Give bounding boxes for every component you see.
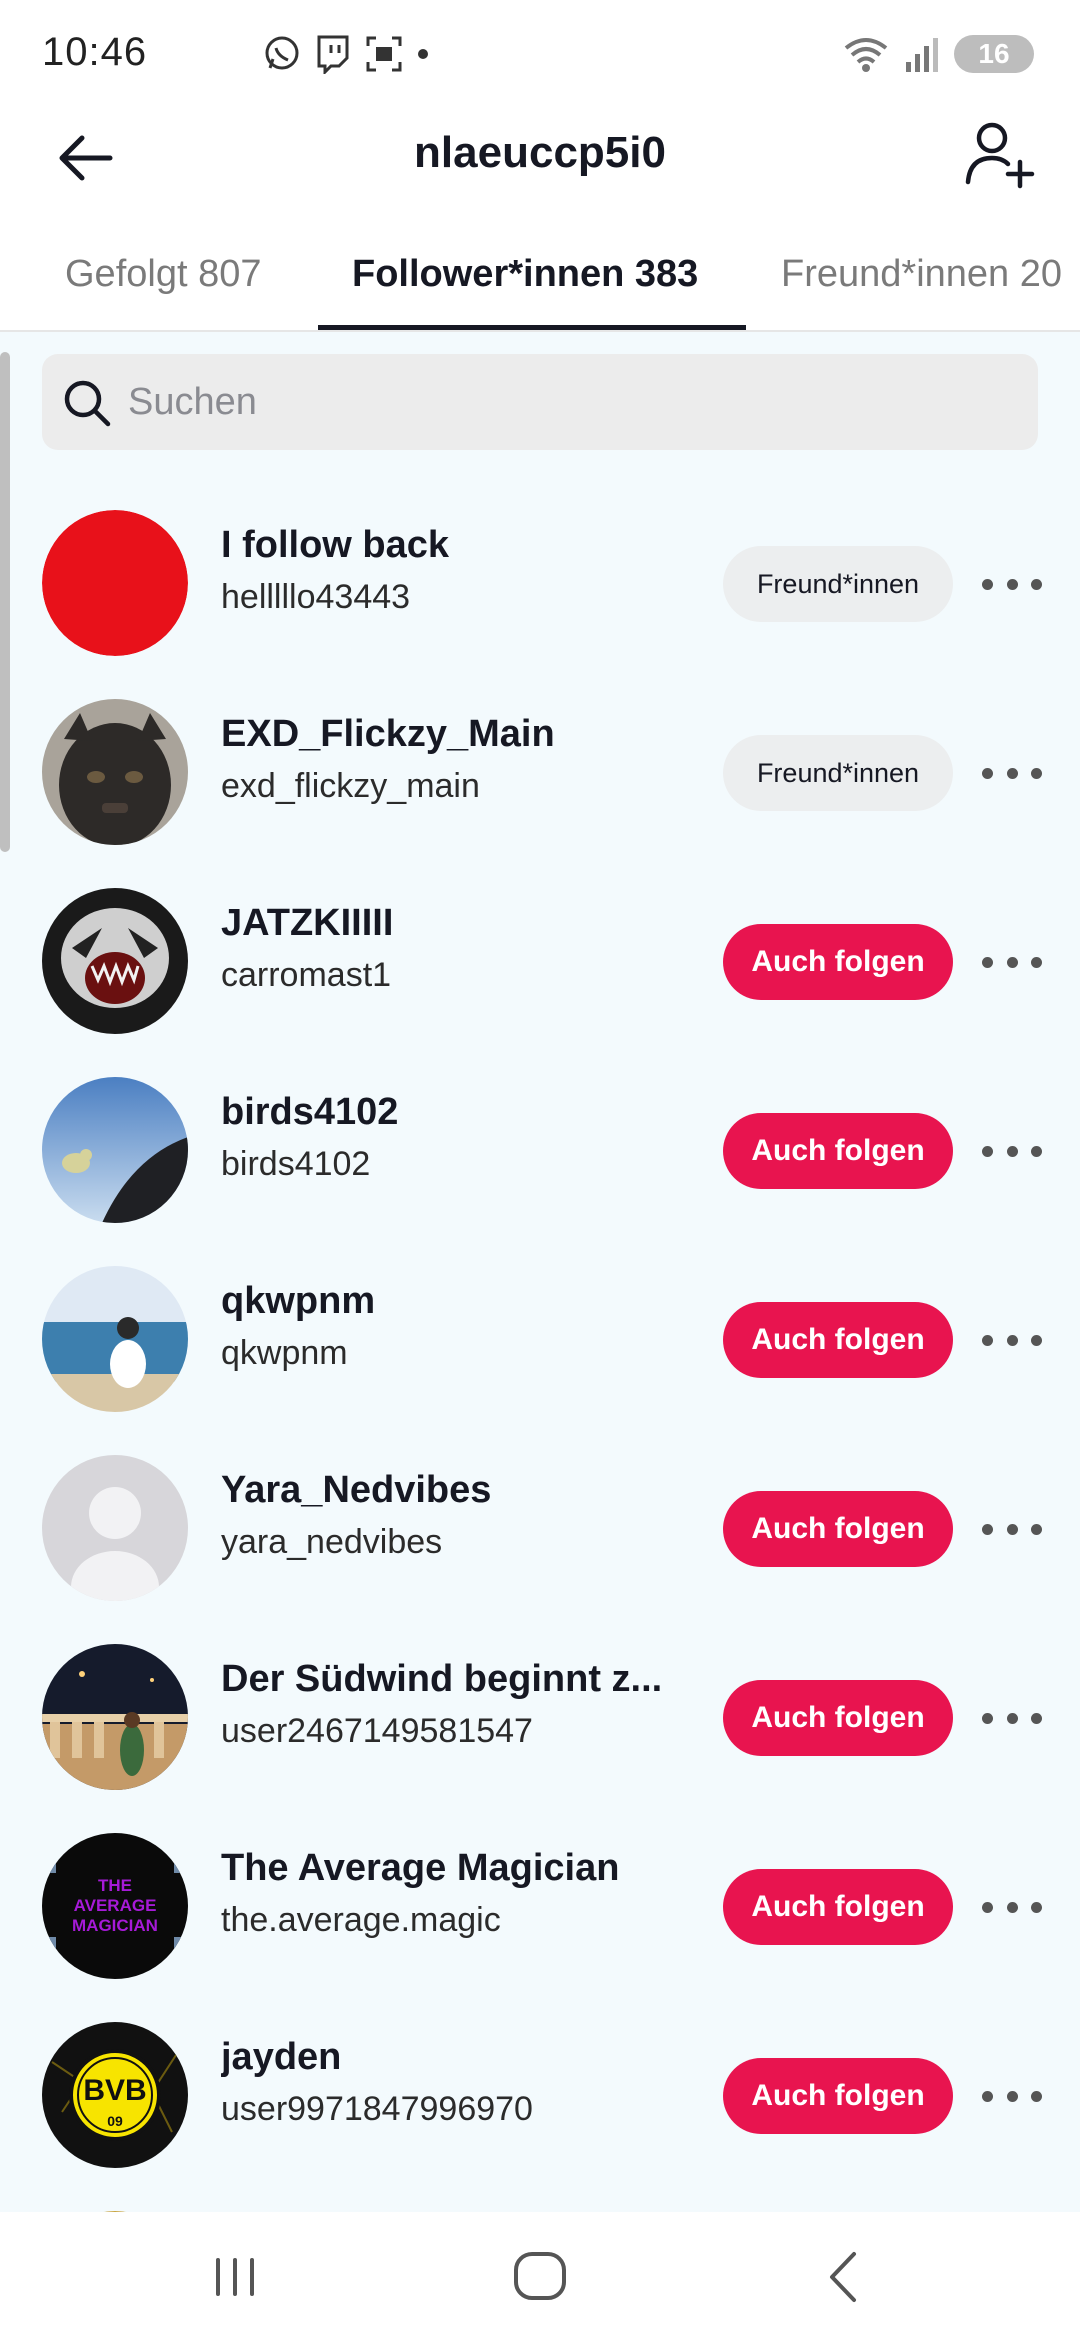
followers-screen: 10:46 16 nlaeuccp5i0 Gefolgt 807 Followe… bbox=[0, 0, 1080, 2340]
follow-back-button[interactable]: Auch folgen bbox=[723, 1869, 953, 1945]
home-icon[interactable] bbox=[510, 2250, 570, 2302]
follow-back-button[interactable]: Auch folgen bbox=[723, 1491, 953, 1567]
svg-text:MAGICIAN: MAGICIAN bbox=[72, 1916, 158, 1935]
twitch-icon bbox=[317, 35, 349, 74]
screenshot-icon bbox=[366, 36, 402, 72]
search-icon bbox=[64, 380, 111, 427]
user-row[interactable]: EXD_Flickzy_Main exd_flickzy_main Freund… bbox=[0, 661, 1080, 850]
page-title: nlaeuccp5i0 bbox=[414, 128, 666, 177]
signal-icon bbox=[906, 38, 938, 72]
status-bar: 10:46 16 bbox=[0, 0, 1080, 110]
friends-button[interactable]: Freund*innen bbox=[723, 546, 953, 622]
user-row[interactable]: Der Südwind beginnt z... user24671495815… bbox=[0, 1606, 1080, 1795]
display-name[interactable]: JATZKIIIII bbox=[221, 902, 681, 945]
more-options-icon[interactable] bbox=[982, 1320, 1042, 1360]
tab-bar: Gefolgt 807 Follower*innen 383 Freund*in… bbox=[0, 235, 1080, 332]
active-tab-indicator bbox=[318, 325, 746, 330]
tab-following[interactable]: Gefolgt 807 bbox=[65, 253, 261, 296]
follow-back-button[interactable]: Auch folgen bbox=[723, 1302, 953, 1378]
avatar[interactable]: BVB 09 bbox=[42, 2022, 188, 2168]
user-row[interactable]: JATZKIIIII carromast1 Auch folgen bbox=[0, 850, 1080, 1039]
username: exd_flickzy_main bbox=[221, 767, 480, 805]
search-bar[interactable] bbox=[42, 354, 1038, 450]
display-name[interactable]: jayden bbox=[221, 2036, 681, 2079]
followers-list[interactable]: I follow back helllllo43443 Freund*innen… bbox=[0, 332, 1080, 2212]
display-name[interactable]: qkwpnm bbox=[221, 1280, 681, 1323]
follow-back-button[interactable]: Auch folgen bbox=[723, 1113, 953, 1189]
user-row[interactable]: qkwpnm qkwpnm Auch folgen bbox=[0, 1228, 1080, 1417]
system-icons: 16 bbox=[842, 34, 1034, 74]
whatsapp-icon bbox=[265, 36, 299, 70]
avatar[interactable] bbox=[42, 1266, 188, 1412]
more-options-icon[interactable] bbox=[982, 753, 1042, 793]
add-user-icon[interactable] bbox=[962, 116, 1038, 192]
user-row[interactable]: birds4102 birds4102 Auch folgen bbox=[0, 1039, 1080, 1228]
avatar[interactable] bbox=[42, 510, 188, 656]
svg-text:09: 09 bbox=[107, 2113, 123, 2129]
back-icon[interactable] bbox=[822, 2250, 862, 2304]
username: helllllo43443 bbox=[221, 578, 411, 616]
avatar[interactable]: THE AVERAGE MAGICIAN bbox=[42, 1833, 188, 1979]
display-name[interactable]: EXD_Flickzy_Main bbox=[221, 713, 681, 756]
friends-button[interactable]: Freund*innen bbox=[723, 735, 953, 811]
follow-back-button[interactable]: Auch folgen bbox=[723, 1680, 953, 1756]
status-time: 10:46 bbox=[42, 30, 148, 74]
avatar[interactable] bbox=[42, 1455, 188, 1601]
recent-apps-icon[interactable] bbox=[210, 2252, 260, 2302]
avatar[interactable] bbox=[42, 888, 188, 1034]
username: carromast1 bbox=[221, 956, 392, 994]
username: birds4102 bbox=[221, 1145, 371, 1183]
username: the.average.magic bbox=[221, 1901, 501, 1939]
dot-icon bbox=[418, 49, 428, 59]
app-header: nlaeuccp5i0 bbox=[0, 110, 1080, 235]
more-options-icon[interactable] bbox=[982, 1698, 1042, 1738]
svg-text:BVB: BVB bbox=[83, 2074, 146, 2107]
battery-indicator: 16 bbox=[954, 35, 1034, 73]
username: user2467149581547 bbox=[221, 1712, 533, 1750]
avatar[interactable] bbox=[42, 1077, 188, 1223]
username: yara_nedvibes bbox=[221, 1523, 443, 1561]
user-row[interactable] bbox=[0, 2173, 1080, 2212]
follow-back-button[interactable]: Auch folgen bbox=[723, 924, 953, 1000]
avatar-text: THE bbox=[98, 1876, 132, 1895]
user-row[interactable]: Yara_Nedvibes yara_nedvibes Auch folgen bbox=[0, 1417, 1080, 1606]
user-row[interactable]: THE AVERAGE MAGICIAN The Average Magicia… bbox=[0, 1795, 1080, 1984]
display-name[interactable]: birds4102 bbox=[221, 1091, 681, 1134]
more-options-icon[interactable] bbox=[982, 564, 1042, 604]
more-options-icon[interactable] bbox=[982, 1887, 1042, 1927]
user-row[interactable]: I follow back helllllo43443 Freund*innen bbox=[0, 472, 1080, 661]
user-row[interactable]: BVB 09 jayden user9971847996970 Auch fol… bbox=[0, 1984, 1080, 2173]
follow-back-button[interactable]: Auch folgen bbox=[723, 2058, 953, 2134]
wifi-icon bbox=[844, 38, 888, 72]
display-name[interactable]: Der Südwind beginnt z... bbox=[221, 1658, 681, 1701]
display-name[interactable]: I follow back bbox=[221, 524, 681, 567]
username: user9971847996970 bbox=[221, 2090, 533, 2128]
username: qkwpnm bbox=[221, 1334, 348, 1372]
more-options-icon[interactable] bbox=[982, 2076, 1042, 2116]
svg-text:AVERAGE: AVERAGE bbox=[74, 1896, 157, 1915]
more-options-icon[interactable] bbox=[982, 1509, 1042, 1549]
notification-icons bbox=[262, 34, 430, 74]
more-options-icon[interactable] bbox=[982, 942, 1042, 982]
avatar[interactable] bbox=[42, 1644, 188, 1790]
tab-friends[interactable]: Freund*innen 20 bbox=[781, 253, 1062, 296]
more-options-icon[interactable] bbox=[982, 1131, 1042, 1171]
system-nav-bar bbox=[0, 2212, 1080, 2340]
display-name[interactable]: The Average Magician bbox=[221, 1847, 681, 1890]
tab-followers[interactable]: Follower*innen 383 bbox=[352, 253, 698, 296]
display-name[interactable]: Yara_Nedvibes bbox=[221, 1469, 681, 1512]
search-input[interactable] bbox=[128, 354, 1008, 450]
avatar[interactable] bbox=[42, 699, 188, 845]
